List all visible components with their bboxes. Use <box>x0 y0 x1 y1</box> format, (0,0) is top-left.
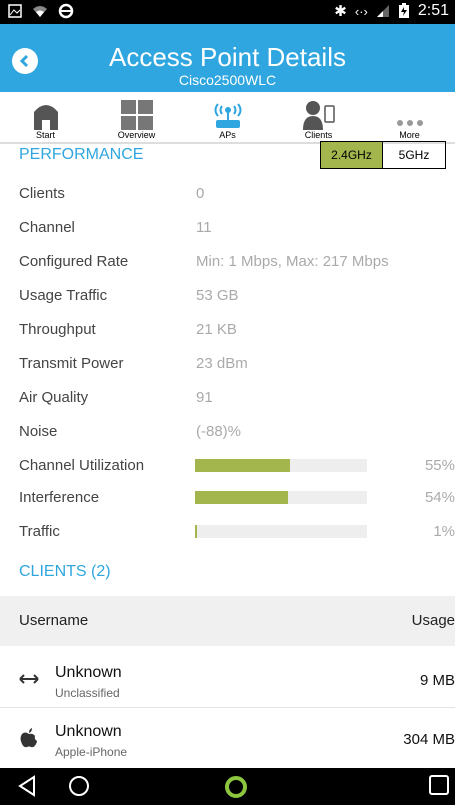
arrows-icon <box>19 674 39 684</box>
client-row[interactable]: Unknown Apple-iPhone 304 MB <box>0 709 455 767</box>
grid-icon <box>120 100 153 130</box>
col-usage[interactable]: Usage <box>412 612 455 629</box>
band-5ghz-button[interactable]: 5GHz <box>383 142 445 168</box>
perf-bar-interference: Interference 54% <box>19 489 455 506</box>
assistant-icon[interactable] <box>224 774 248 800</box>
bluetooth-icon: ✱ <box>334 3 347 20</box>
more-icon <box>396 120 423 126</box>
band-2-4ghz-button[interactable]: 2.4GHz <box>321 142 383 168</box>
perf-bar-channel-utilization: Channel Utilization 55% <box>19 457 455 474</box>
tab-aps[interactable]: APs <box>182 92 273 142</box>
perf-row-usage-traffic: Usage Traffic 53 GB <box>19 287 239 304</box>
progress-track <box>195 491 367 504</box>
tab-overview[interactable]: Overview <box>91 92 182 142</box>
app-header: Access Point Details Cisco2500WLC <box>0 24 455 92</box>
progress-fill <box>195 491 288 504</box>
col-username[interactable]: Username <box>19 612 88 629</box>
status-bar: ✱ ‹·› 2:51 <box>0 0 455 24</box>
battery-icon <box>398 3 409 18</box>
clients-title: CLIENTS (2) <box>19 563 111 580</box>
perf-row-throughput: Throughput 21 KB <box>19 321 237 338</box>
progress-track <box>195 525 367 538</box>
android-nav-bar <box>0 768 455 805</box>
data-transfer-icon: ‹·› <box>354 3 368 19</box>
home-icon <box>33 105 58 130</box>
clock: 2:51 <box>417 2 449 19</box>
perf-row-noise: Noise (-88)% <box>19 423 242 440</box>
perf-row-channel: Channel 11 <box>19 219 212 236</box>
tab-more[interactable]: More <box>364 92 455 142</box>
band-toggle: 2.4GHz 5GHz <box>320 141 446 169</box>
client-row[interactable]: Unknown Unclassified 9 MB <box>0 650 455 708</box>
apple-icon <box>20 728 37 748</box>
perf-row-transmit-power: Transmit Power 23 dBm <box>19 355 248 372</box>
back-nav-icon[interactable] <box>16 774 40 798</box>
sync-icon <box>58 3 74 19</box>
home-nav-icon[interactable] <box>67 774 91 798</box>
clients-icon <box>302 101 335 130</box>
tab-clients[interactable]: Clients <box>273 92 364 142</box>
main-toolbar: Start Overview APs Clients More <box>0 92 455 142</box>
perf-row-clients: Clients 0 <box>19 185 205 202</box>
clients-table-header: Username Usage <box>0 596 455 646</box>
image-icon <box>8 4 22 18</box>
wifi-icon <box>33 6 47 17</box>
signal-icon <box>376 5 389 17</box>
access-point-icon <box>214 103 241 128</box>
progress-fill <box>195 525 197 538</box>
perf-bar-traffic: Traffic 1% <box>19 523 455 540</box>
page-subtitle: Cisco2500WLC <box>178 72 277 88</box>
progress-fill <box>195 459 290 472</box>
performance-title: PERFORMANCE <box>19 146 144 163</box>
perf-row-air-quality: Air Quality 91 <box>19 389 213 406</box>
page-title: Access Point Details <box>109 42 346 72</box>
perf-row-configured-rate: Configured Rate Min: 1 Mbps, Max: 217 Mb… <box>19 253 389 270</box>
recents-nav-icon[interactable] <box>428 774 450 796</box>
progress-track <box>195 459 367 472</box>
tab-start[interactable]: Start <box>0 92 91 142</box>
